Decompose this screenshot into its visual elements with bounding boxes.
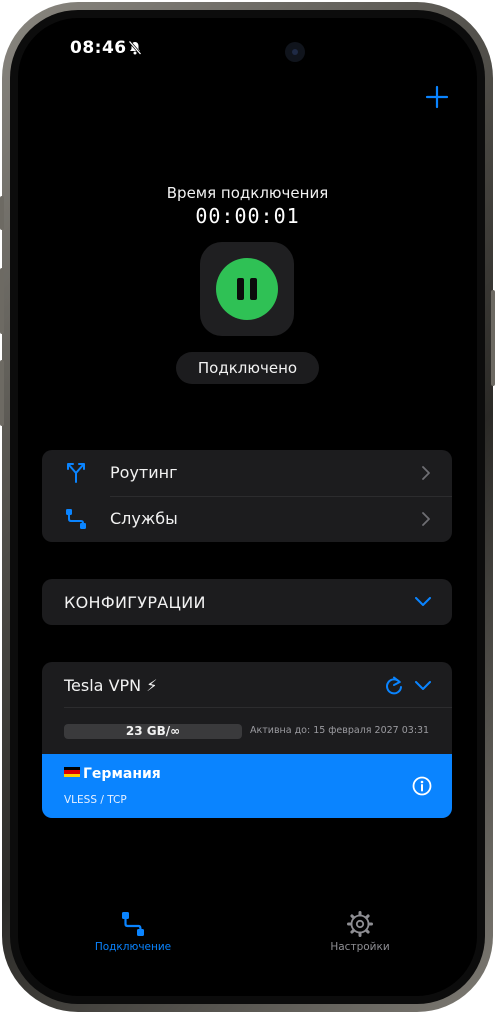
- connection-time-label: Время подключения: [166, 184, 329, 202]
- configurations-section-header[interactable]: КОНФИГУРАЦИИ: [42, 579, 452, 625]
- connection-toggle-tile[interactable]: [200, 242, 294, 336]
- tab-settings[interactable]: Настройки: [305, 910, 415, 953]
- menu-item-routing[interactable]: Роутинг: [42, 450, 452, 496]
- server-country: Германия: [83, 766, 161, 782]
- server-protocol: VLESS / TCP: [64, 794, 127, 806]
- power-side-button: [491, 290, 495, 386]
- divider: [64, 707, 452, 708]
- tab-label: Подключение: [94, 941, 172, 953]
- volume-down-button: [0, 360, 4, 426]
- info-icon[interactable]: [412, 776, 432, 796]
- configurations-label: КОНФИГУРАЦИИ: [64, 593, 206, 612]
- expiry-date: Активна до: 15 февраля 2027 03:31: [250, 725, 430, 736]
- traffic-usage-bar: 23 GB/∞: [64, 724, 242, 739]
- app-screen: 08:46 Время подключения 00:00:01 Подключ…: [18, 18, 477, 996]
- settings-menu-card: Роутинг Службы: [42, 450, 452, 542]
- refresh-icon[interactable]: [384, 676, 404, 696]
- connection-status-badge: Подключено: [176, 352, 319, 384]
- chevron-right-icon: [422, 512, 430, 526]
- action-button: [0, 196, 4, 230]
- pause-button[interactable]: [216, 258, 278, 320]
- germany-flag-icon: [64, 766, 80, 778]
- pause-icon: [237, 278, 244, 300]
- chevron-down-icon[interactable]: [415, 681, 431, 691]
- connection-timer: 00:00:01: [195, 204, 300, 228]
- routing-icon: [67, 463, 85, 483]
- status-time: 08:46: [70, 38, 127, 58]
- front-camera: [285, 42, 305, 62]
- menu-item-label: Службы: [110, 509, 178, 528]
- chevron-down-icon[interactable]: [415, 597, 431, 607]
- add-config-button[interactable]: [424, 84, 450, 110]
- tab-label: Настройки: [330, 941, 390, 953]
- chevron-right-icon: [422, 466, 430, 480]
- menu-item-label: Роутинг: [110, 463, 178, 482]
- bell-off-icon: [128, 40, 142, 55]
- menu-item-services[interactable]: Службы: [42, 496, 452, 542]
- connection-icon: [122, 912, 144, 936]
- services-icon: [66, 509, 86, 529]
- tab-connection[interactable]: Подключение: [78, 910, 188, 953]
- volume-up-button: [0, 268, 4, 334]
- pause-icon-bar: [250, 278, 257, 300]
- server-name: Германия: [64, 766, 161, 782]
- gear-icon: [347, 911, 373, 937]
- vpn-subscription-card: Tesla VPN ⚡ 23 GB/∞ Активна до: 15 февра…: [42, 662, 452, 818]
- server-item-selected[interactable]: Германия VLESS / TCP: [42, 754, 452, 818]
- subscription-name: Tesla VPN ⚡: [64, 676, 158, 695]
